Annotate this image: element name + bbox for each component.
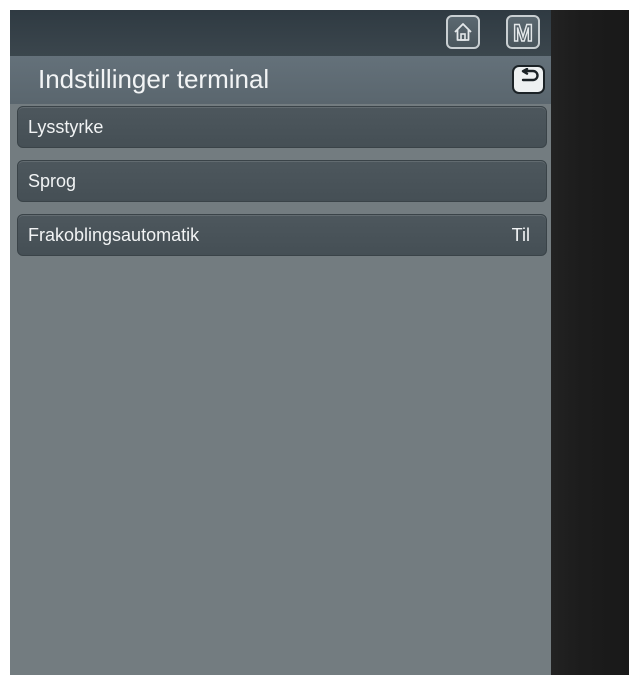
settings-row-auto-disconnect[interactable]: Frakoblingsautomatik Til xyxy=(17,214,547,256)
menu-letter: M xyxy=(513,20,533,44)
page-header: Indstillinger terminal xyxy=(10,56,551,104)
settings-row-brightness[interactable]: Lysstyrke xyxy=(17,106,547,148)
terminal-screen: M Indstillinger terminal Lysstyrke Sprog… xyxy=(10,10,551,675)
settings-row-language[interactable]: Sprog xyxy=(17,160,547,202)
page-title: Indstillinger terminal xyxy=(38,64,270,94)
row-label: Frakoblingsautomatik xyxy=(28,224,200,245)
row-label: Sprog xyxy=(28,170,77,191)
top-status-bar: M xyxy=(10,10,551,56)
row-label: Lysstyrke xyxy=(28,116,104,137)
home-button[interactable] xyxy=(446,15,480,49)
device-bezel xyxy=(551,10,629,675)
menu-button[interactable]: M xyxy=(506,15,540,49)
back-arrow-icon xyxy=(518,67,540,91)
menu-m-icon: M xyxy=(510,20,536,44)
back-button[interactable] xyxy=(512,65,545,94)
auto-disconnect-status: Til xyxy=(511,224,530,245)
home-icon xyxy=(452,21,474,43)
